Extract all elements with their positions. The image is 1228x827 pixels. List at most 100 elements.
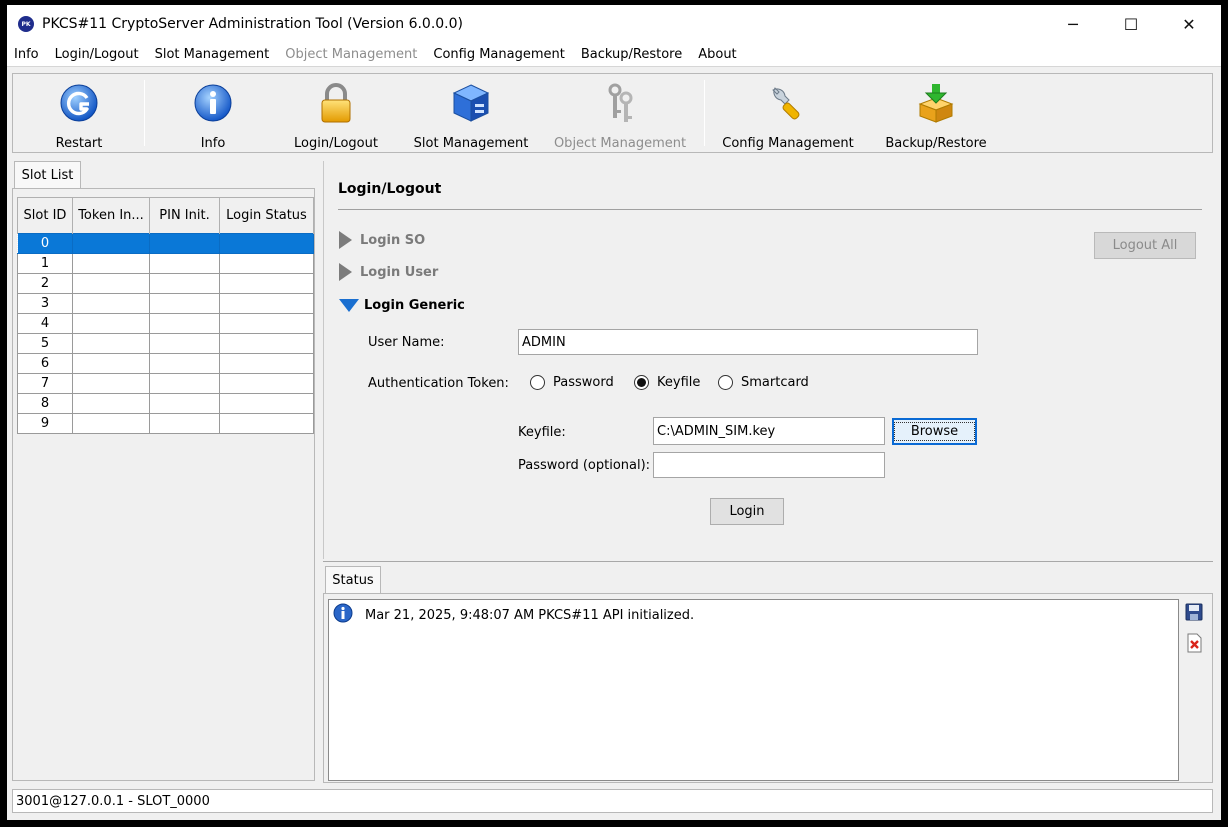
- status-message: Mar 21, 2025, 9:48:07 AM PKCS#11 API ini…: [365, 607, 695, 623]
- table-row[interactable]: 4: [17, 313, 314, 334]
- menu-object-management[interactable]: Object Management: [283, 47, 425, 62]
- save-icon[interactable]: [1185, 603, 1203, 625]
- radio-button: [718, 375, 733, 390]
- box-download-icon: [915, 81, 957, 125]
- radio-keyfile[interactable]: Keyfile: [634, 375, 700, 390]
- section-login-generic[interactable]: Login Generic: [339, 298, 465, 313]
- token-info-cell: [72, 333, 150, 354]
- collapse-arrow-icon: [339, 299, 359, 312]
- list-item: Mar 21, 2025, 9:48:07 AM PKCS#11 API ini…: [333, 603, 694, 627]
- radio-password[interactable]: Password: [530, 375, 614, 390]
- config-management-button[interactable]: Config Management: [722, 74, 854, 152]
- clear-log-icon[interactable]: [1185, 633, 1203, 657]
- token-info-cell: [72, 233, 150, 254]
- column-header-slot-id[interactable]: Slot ID: [17, 197, 73, 234]
- status-log[interactable]: Mar 21, 2025, 9:48:07 AM PKCS#11 API ini…: [328, 599, 1179, 781]
- slot-id-cell: 5: [17, 333, 73, 354]
- login-status-cell: [219, 393, 314, 414]
- token-info-cell: [72, 253, 150, 274]
- server-icon: [450, 81, 492, 125]
- radio-label: Password: [553, 375, 614, 390]
- menu-slot-management[interactable]: Slot Management: [153, 47, 278, 62]
- config-management-label: Config Management: [722, 136, 854, 151]
- login-status-cell: [219, 353, 314, 374]
- divider: [338, 209, 1202, 210]
- backup-restore-button[interactable]: Backup/Restore: [881, 74, 991, 152]
- login-status-cell: [219, 273, 314, 294]
- table-row[interactable]: 2: [17, 273, 314, 294]
- restart-button[interactable]: Restart: [33, 74, 125, 152]
- section-login-so[interactable]: Login SO: [339, 231, 425, 249]
- menu-about[interactable]: About: [696, 47, 744, 62]
- menu-config-management[interactable]: Config Management: [431, 47, 572, 62]
- radio-smartcard[interactable]: Smartcard: [718, 375, 809, 390]
- pin-init-cell: [149, 353, 220, 374]
- slot-id-cell: 7: [17, 373, 73, 394]
- login-button[interactable]: Login: [710, 498, 784, 525]
- slot-list-body: Slot ID Token In... PIN Init. Login Stat…: [12, 188, 315, 781]
- table-row[interactable]: 5: [17, 333, 314, 354]
- slot-id-cell: 4: [17, 313, 73, 334]
- slot-table: Slot ID Token In... PIN Init. Login Stat…: [17, 197, 314, 434]
- object-management-label: Object Management: [553, 136, 687, 151]
- table-row[interactable]: 7: [17, 373, 314, 394]
- login-logout-panel: Login/Logout Login SO Login User Login G…: [323, 161, 1213, 559]
- token-info-cell: [72, 273, 150, 294]
- pin-init-cell: [149, 313, 220, 334]
- user-name-label: User Name:: [368, 335, 445, 350]
- title-bar: PK PKCS#11 CryptoServer Administration T…: [7, 5, 1221, 43]
- section-login-user[interactable]: Login User: [339, 263, 438, 281]
- table-row[interactable]: 3: [17, 293, 314, 314]
- column-header-token-info[interactable]: Token In...: [72, 197, 150, 234]
- section-label: Login Generic: [364, 298, 465, 313]
- status-panel: Status Mar 21, 2025, 9:48:07 AM PKCS#11 …: [323, 561, 1213, 783]
- login-logout-label: Login/Logout: [294, 136, 378, 151]
- app-window: PK PKCS#11 CryptoServer Administration T…: [7, 5, 1221, 820]
- pin-init-cell: [149, 233, 220, 254]
- pin-init-cell: [149, 393, 220, 414]
- backup-restore-label: Backup/Restore: [885, 136, 987, 151]
- info-icon: [192, 81, 234, 125]
- login-status-cell: [219, 413, 314, 434]
- table-row[interactable]: 8: [17, 393, 314, 414]
- close-button[interactable]: ✕: [1160, 5, 1218, 43]
- browse-button[interactable]: Browse: [892, 418, 977, 445]
- table-row[interactable]: 1: [17, 253, 314, 274]
- menu-info[interactable]: Info: [12, 47, 47, 62]
- auth-token-label: Authentication Token:: [368, 376, 509, 391]
- window-title: PKCS#11 CryptoServer Administration Tool…: [42, 16, 464, 32]
- slot-list-panel: Slot List Slot ID Token In... PIN Init. …: [12, 161, 317, 781]
- restart-label: Restart: [55, 136, 103, 151]
- tab-slot-list[interactable]: Slot List: [14, 161, 81, 189]
- browse-label: Browse: [893, 422, 976, 441]
- keyfile-input[interactable]: C:\ADMIN_SIM.key: [653, 417, 885, 445]
- pin-init-cell: [149, 293, 220, 314]
- login-logout-button[interactable]: Login/Logout: [291, 74, 381, 152]
- logout-all-button[interactable]: Logout All: [1094, 232, 1196, 259]
- column-header-login-status[interactable]: Login Status: [219, 197, 314, 234]
- info-button[interactable]: Info: [178, 74, 248, 152]
- table-row[interactable]: 9: [17, 413, 314, 434]
- password-label: Password (optional):: [518, 458, 651, 473]
- user-name-field[interactable]: ADMIN: [518, 329, 978, 355]
- slot-management-button[interactable]: Slot Management: [413, 74, 529, 152]
- table-row[interactable]: 6: [17, 353, 314, 374]
- menu-backup-restore[interactable]: Backup/Restore: [579, 47, 690, 62]
- pin-init-cell: [149, 413, 220, 434]
- token-info-cell: [72, 393, 150, 414]
- login-status-cell: [219, 333, 314, 354]
- slot-id-cell: 1: [17, 253, 73, 274]
- password-input[interactable]: [653, 452, 885, 478]
- restart-icon: [58, 81, 100, 125]
- maximize-button[interactable]: ☐: [1102, 5, 1160, 43]
- menu-login-logout[interactable]: Login/Logout: [53, 47, 147, 62]
- section-label: Login SO: [360, 232, 426, 248]
- table-row[interactable]: 0: [17, 233, 314, 254]
- keys-icon: [599, 81, 641, 125]
- object-management-button[interactable]: Object Management: [553, 74, 687, 152]
- column-header-pin-init[interactable]: PIN Init.: [149, 197, 220, 234]
- minimize-button[interactable]: ─: [1044, 5, 1102, 43]
- slot-id-cell: 2: [17, 273, 73, 294]
- tab-status[interactable]: Status: [325, 566, 381, 594]
- pin-init-cell: [149, 373, 220, 394]
